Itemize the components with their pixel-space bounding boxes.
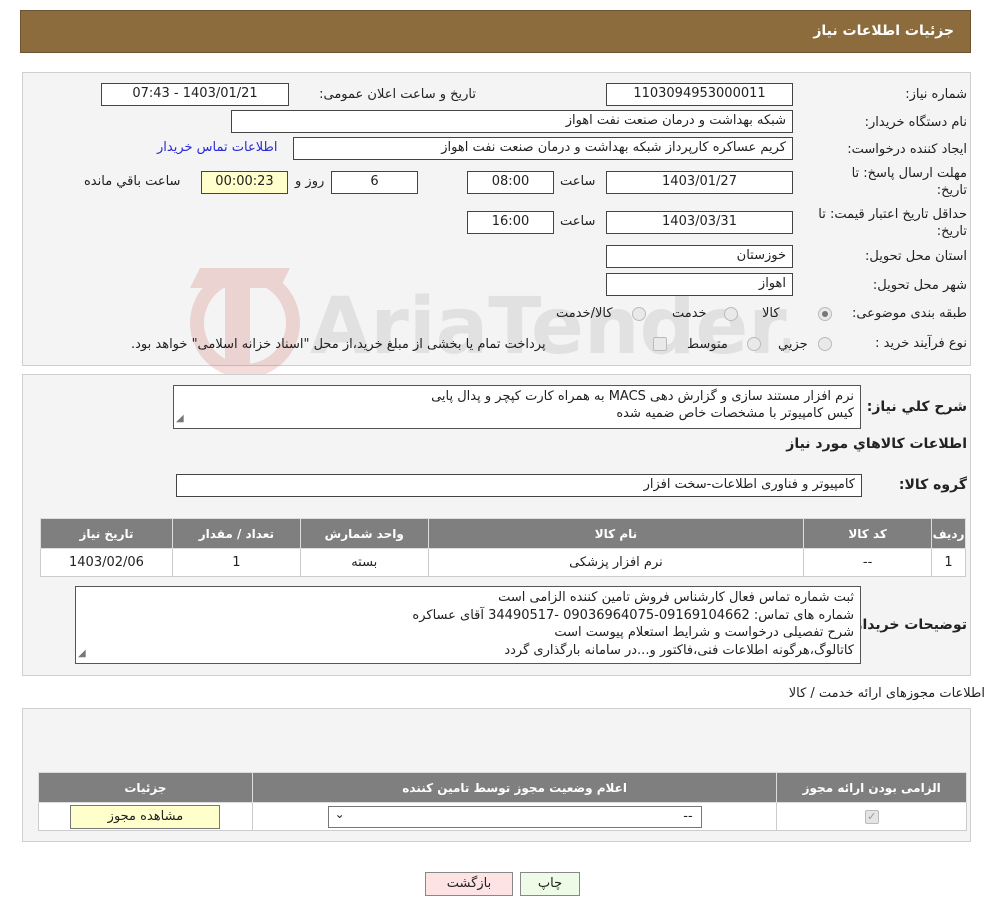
category-option-goods: کالا	[762, 306, 780, 321]
buyer-contact-link[interactable]: اطلاعات تماس خریدار	[157, 140, 277, 155]
col-qty: تعداد / مقدار	[171, 518, 301, 549]
buyer-org-field: شبکه بهداشت و درمان صنعت نفت اهواز	[231, 110, 793, 133]
col-permit-details: جزئیات	[38, 772, 253, 803]
cell-name: نرم افزار پزشکی	[427, 548, 805, 577]
goods-group-label: گروه کالا:	[898, 477, 967, 493]
creator-field: کریم عساکره کارپرداز شبکه بهداشت و درمان…	[293, 137, 793, 160]
cell-row: 1	[931, 548, 966, 577]
buyer-notes-label: توضیحات خریدار:	[848, 617, 967, 633]
buyer-notes-text: ثبت شماره تماس فعال کارشناس فروش تامین ک…	[75, 586, 861, 664]
process-note: پرداخت تمام یا بخشی از مبلغ خرید،از محل …	[131, 337, 546, 352]
page-header: جزئیات اطلاعات نیاز	[20, 10, 971, 53]
permits-table-header: الزامی بودن ارائه مجوز اعلام وضعیت مجوز …	[38, 772, 967, 803]
print-button[interactable]: چاپ	[520, 872, 580, 896]
description-line-1: نرم افزار مستند سازی و گزارش دهی MACS به…	[431, 389, 854, 404]
goods-table: رديف کد کالا نام کالا واحد شمارش تعداد /…	[40, 518, 966, 577]
treasury-checkbox[interactable]	[653, 337, 667, 351]
chevron-down-icon: ⌄	[334, 806, 345, 821]
process-radio-minor[interactable]	[818, 337, 832, 351]
cell-code: --	[803, 548, 933, 577]
resize-grip-icon[interactable]: ◢	[78, 645, 86, 663]
category-label: طبقه بندی موضوعی:	[851, 306, 967, 321]
deadline-label-2: تاریخ:	[936, 183, 967, 198]
col-row: رديف	[931, 518, 966, 549]
permit-status-cell: -- ⌄	[251, 802, 778, 831]
goods-group-field: کامپیوتر و فناوری اطلاعات-سخت افزار	[176, 474, 862, 497]
col-permit-status: اعلام وضعیت مجوز توسط تامین کننده	[251, 772, 778, 803]
permits-title: اطلاعات مجوزهای ارائه خدمت / کالا	[788, 686, 985, 701]
category-option-goods-service: کالا/خدمت	[556, 306, 613, 321]
permit-status-value: --	[683, 808, 693, 824]
col-unit: واحد شمارش	[299, 518, 429, 549]
buyer-org-label: نام دستگاه خریدار:	[864, 115, 967, 130]
description-text: نرم افزار مستند سازی و گزارش دهی MACS به…	[173, 385, 861, 429]
process-label: نوع فرآیند خرید :	[875, 336, 967, 351]
deadline-label-1: مهلت ارسال پاسخ: تا	[851, 166, 967, 181]
days-label: روز و	[295, 174, 325, 189]
category-option-service: خدمت	[672, 306, 707, 321]
buyer-note-line-4: کاتالوگ،هرگونه اطلاعات فنی،فاکتور و...در…	[504, 642, 854, 658]
creator-label: ایجاد کننده درخواست:	[847, 142, 967, 157]
announce-label: تاریخ و ساعت اعلان عمومی:	[319, 87, 476, 102]
announce-datetime-field: 1403/01/21 - 07:43	[101, 83, 289, 106]
category-radio-service[interactable]	[724, 307, 738, 321]
remaining-time-field: 00:00:23	[201, 171, 288, 194]
cell-qty: 1	[171, 548, 301, 577]
category-radio-goods[interactable]	[818, 307, 832, 321]
days-field: 6	[331, 171, 418, 194]
description-label: شرح كلي نياز:	[866, 399, 967, 415]
table-row: ✓ -- ⌄ مشاهده مجوز	[38, 802, 967, 831]
page-title: جزئیات اطلاعات نیاز	[813, 23, 954, 39]
city-field: اهواز	[606, 273, 793, 296]
back-button[interactable]: بازگشت	[425, 872, 513, 896]
validity-label-1: حداقل تاریخ اعتبار قیمت: تا	[818, 207, 967, 222]
col-code: کد کالا	[803, 518, 933, 549]
validity-label-2: تاریخ:	[936, 224, 967, 239]
process-radio-medium[interactable]	[747, 337, 761, 351]
col-date: تاریخ نیاز	[40, 518, 173, 549]
view-permit-button[interactable]: مشاهده مجوز	[70, 804, 221, 829]
buyer-note-line-2: شماره های تماس: 09169104662-09036964075 …	[412, 607, 854, 623]
permit-required-checkbox: ✓	[864, 810, 879, 824]
description-line-2: کیس کامپیوتر با مشخصات خاص ضمیه شده	[616, 406, 854, 421]
deadline-time-label: ساعت	[560, 174, 596, 189]
permits-table: الزامی بودن ارائه مجوز اعلام وضعیت مجوز …	[38, 772, 967, 831]
remaining-label: ساعت باقي مانده	[84, 174, 181, 189]
province-label: استان محل تحویل:	[865, 249, 967, 264]
deadline-time-field: 08:00	[467, 171, 554, 194]
table-row: 1 -- نرم افزار پزشکی بسته 1 1403/02/06	[40, 548, 966, 577]
process-option-medium: متوسط	[687, 337, 728, 352]
goods-table-header: رديف کد کالا نام کالا واحد شمارش تعداد /…	[40, 518, 966, 549]
validity-time-field: 16:00	[467, 211, 554, 234]
buyer-note-line-3: شرح تفصیلی درخواست و شرایط استعلام پیوست…	[554, 625, 854, 640]
permit-status-select[interactable]: -- ⌄	[327, 805, 702, 828]
col-name: نام کالا	[427, 518, 805, 549]
buyer-note-line-1: ثبت شماره تماس فعال کارشناس فروش تامین ک…	[498, 590, 854, 605]
city-label: شهر محل تحویل:	[872, 278, 967, 293]
need-number-label: شماره نیاز:	[905, 87, 967, 102]
need-number-field: 1103094953000011	[606, 83, 793, 106]
cell-unit: بسته	[299, 548, 429, 577]
province-field: خوزستان	[606, 245, 793, 268]
process-option-minor: جزيي	[778, 337, 808, 352]
goods-section-title: اطلاعات كالاهاي مورد نياز	[786, 436, 967, 452]
category-radio-goods-service[interactable]	[632, 307, 646, 321]
resize-grip-icon[interactable]: ◢	[176, 410, 184, 427]
permit-required-cell: ✓	[776, 802, 967, 831]
cell-date: 1403/02/06	[40, 548, 173, 577]
permit-details-cell: مشاهده مجوز	[38, 802, 253, 831]
deadline-date-field: 1403/01/27	[606, 171, 793, 194]
col-permit-required: الزامی بودن ارائه مجوز	[776, 772, 967, 803]
validity-date-field: 1403/03/31	[606, 211, 793, 234]
validity-time-label: ساعت	[560, 214, 596, 229]
